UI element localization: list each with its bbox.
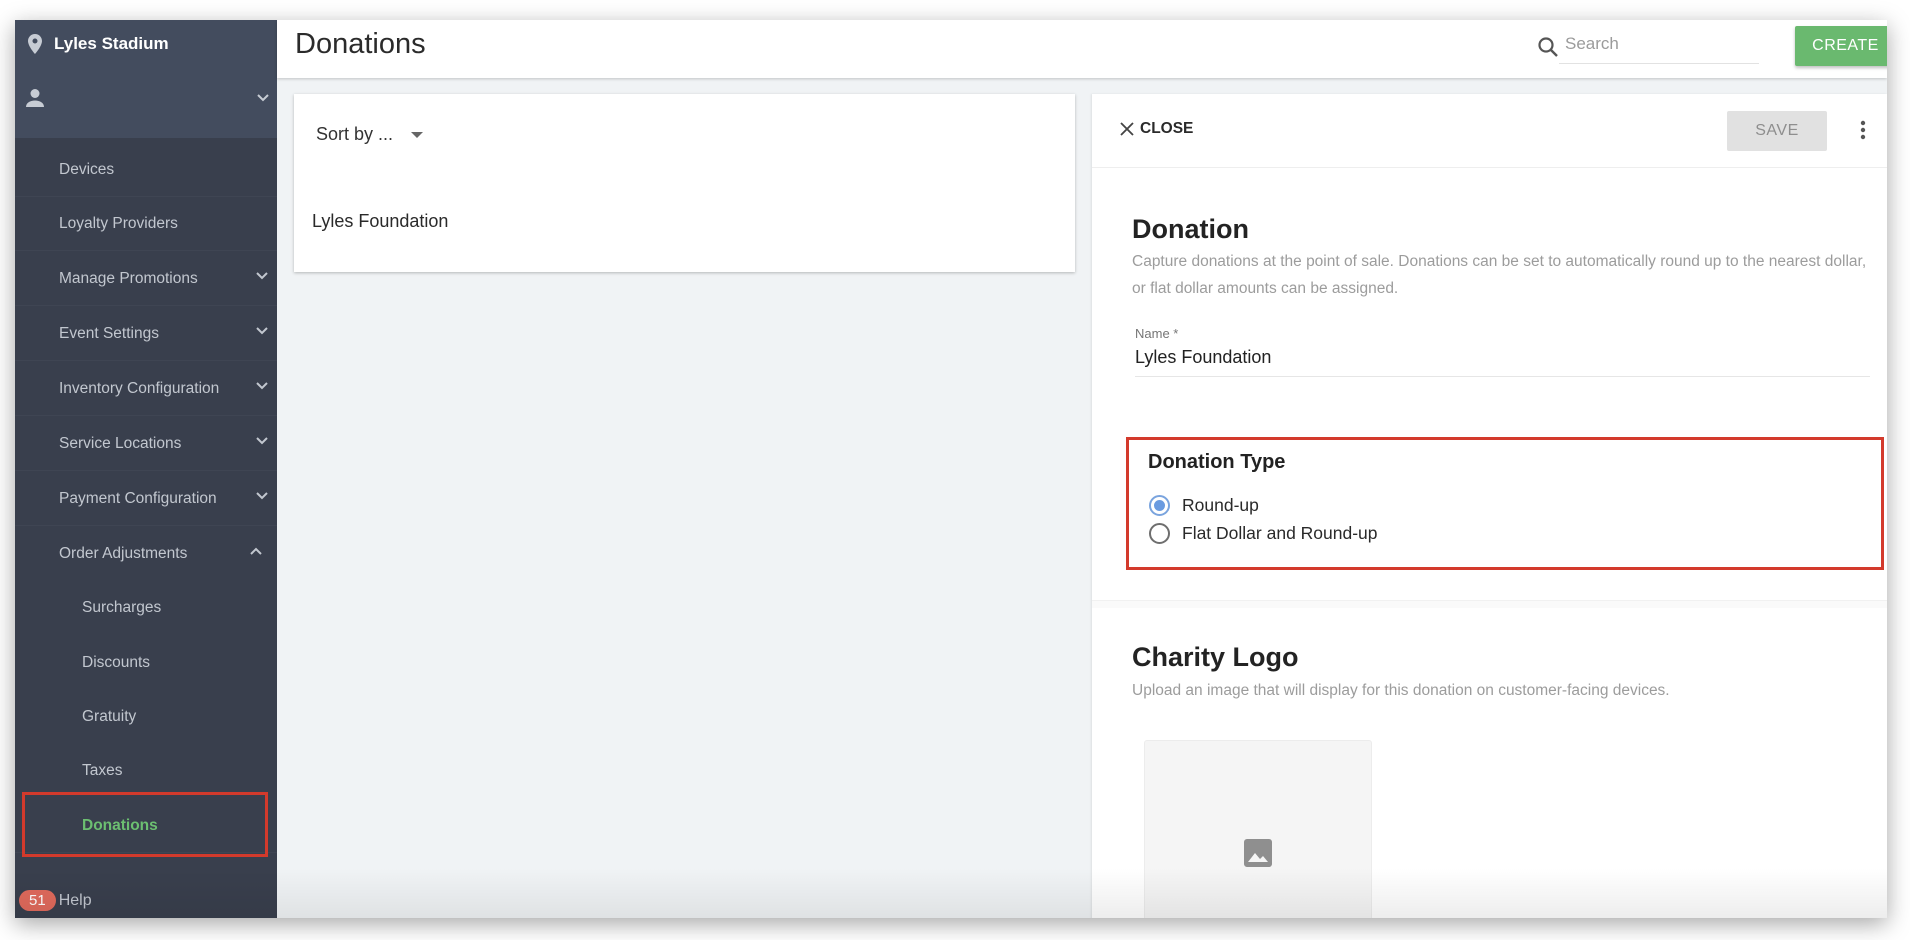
chevron-up-icon — [250, 547, 262, 555]
sidebar-item-donations[interactable]: Donations — [15, 799, 277, 853]
sort-label: Sort by ... — [316, 124, 394, 144]
more-options-button[interactable] — [1860, 120, 1866, 145]
sidebar-item-label: Gratuity — [82, 708, 137, 725]
sidebar-item-label: Discounts — [82, 654, 151, 671]
dropdown-arrow-icon — [411, 131, 424, 138]
detail-toolbar: CLOSE SAVE — [1092, 94, 1887, 168]
chevron-down-icon — [256, 327, 268, 335]
sidebar-item-devices[interactable]: Devices — [15, 143, 277, 197]
sidebar-item-label: Service Locations — [59, 434, 182, 452]
sidebar-item-payment-configuration[interactable]: Payment Configuration — [15, 472, 277, 526]
app-window: Lyles Stadium Devices Loyalty Providers … — [15, 20, 1887, 918]
sidebar-item-gratuity[interactable]: Gratuity — [15, 690, 277, 744]
user-icon — [26, 89, 44, 107]
image-placeholder-icon — [1244, 839, 1272, 867]
radio-label: Round-up — [1182, 495, 1259, 515]
sidebar: Lyles Stadium Devices Loyalty Providers … — [15, 20, 277, 918]
sidebar-item-service-locations[interactable]: Service Locations — [15, 417, 277, 471]
charity-logo-title: Charity Logo — [1132, 642, 1299, 672]
sidebar-item-surcharges[interactable]: Surcharges — [15, 581, 277, 635]
sidebar-item-inventory-configuration[interactable]: Inventory Configuration — [15, 362, 277, 416]
notification-badge: 51 — [19, 890, 56, 911]
sidebar-item-label: Surcharges — [82, 599, 162, 616]
close-label: CLOSE — [1140, 120, 1194, 137]
chevron-down-icon — [256, 272, 268, 280]
location-pin-icon — [28, 34, 42, 54]
sort-dropdown[interactable]: Sort by ... — [316, 124, 424, 145]
list-item[interactable]: Lyles Foundation — [312, 211, 448, 232]
sidebar-item-label: Event Settings — [59, 324, 159, 342]
sidebar-item-label: Manage Promotions — [59, 269, 198, 287]
close-button[interactable]: CLOSE — [1119, 120, 1193, 138]
radio-label: Flat Dollar and Round-up — [1182, 523, 1378, 543]
sidebar-item-event-settings[interactable]: Event Settings — [15, 307, 277, 361]
radio-round-up[interactable]: Round-up — [1149, 495, 1259, 516]
donations-list-panel: Sort by ... Lyles Foundation — [294, 94, 1075, 272]
more-vert-icon — [1860, 120, 1866, 140]
sidebar-item-order-adjustments[interactable]: Order Adjustments — [15, 527, 277, 581]
sidebar-item-loyalty-providers[interactable]: Loyalty Providers — [15, 197, 277, 251]
name-field[interactable] — [1135, 347, 1870, 377]
help-label: Help — [58, 891, 92, 909]
donation-section-description: Capture donations at the point of sale. … — [1132, 253, 1867, 297]
sidebar-item-discounts[interactable]: Discounts — [15, 636, 277, 690]
create-button[interactable]: CREATE — [1795, 26, 1887, 66]
search-icon — [1538, 37, 1558, 57]
radio-checked-icon — [1149, 495, 1170, 516]
help-link[interactable]: 51 Help — [19, 890, 92, 911]
section-divider — [1092, 600, 1887, 608]
sidebar-item-label: Loyalty Providers — [59, 214, 178, 232]
venue-name: Lyles Stadium — [54, 34, 169, 53]
name-field-label: Name * — [1135, 326, 1179, 341]
sidebar-item-label: Inventory Configuration — [59, 379, 220, 397]
charity-logo-description: Upload an image that will display for th… — [1132, 682, 1670, 699]
donation-type-group: Donation Type Round-up Flat Dollar and R… — [1126, 437, 1884, 570]
save-button[interactable]: SAVE — [1727, 111, 1827, 151]
radio-flat-dollar-and-round-up[interactable]: Flat Dollar and Round-up — [1149, 523, 1378, 544]
logo-upload-area[interactable] — [1144, 740, 1372, 918]
sidebar-item-manage-promotions[interactable]: Manage Promotions — [15, 252, 277, 306]
sidebar-item-label: Donations — [82, 816, 158, 834]
search-input[interactable] — [1559, 30, 1759, 64]
donation-type-title: Donation Type — [1148, 451, 1286, 473]
sidebar-item-label: Taxes — [82, 762, 123, 779]
sidebar-item-label: Payment Configuration — [59, 489, 217, 507]
donation-detail-panel: CLOSE SAVE Donation Capture donations at… — [1092, 94, 1887, 918]
top-bar: Donations CREATE — [277, 20, 1887, 78]
chevron-down-icon — [256, 382, 268, 390]
search-box — [1537, 30, 1759, 64]
sidebar-item-label: Devices — [59, 160, 115, 178]
chevron-down-icon — [257, 94, 269, 102]
sidebar-item-label: Order Adjustments — [59, 545, 188, 562]
donation-section-title: Donation — [1132, 214, 1249, 244]
venue-selector[interactable]: Lyles Stadium — [28, 34, 169, 54]
page-title: Donations — [295, 28, 426, 60]
chevron-down-icon — [256, 437, 268, 445]
sidebar-item-taxes[interactable]: Taxes — [15, 744, 277, 798]
close-icon — [1120, 122, 1134, 136]
chevron-down-icon — [256, 492, 268, 500]
sidebar-header: Lyles Stadium — [15, 20, 277, 138]
radio-unchecked-icon — [1149, 523, 1170, 544]
user-menu[interactable] — [25, 88, 270, 108]
